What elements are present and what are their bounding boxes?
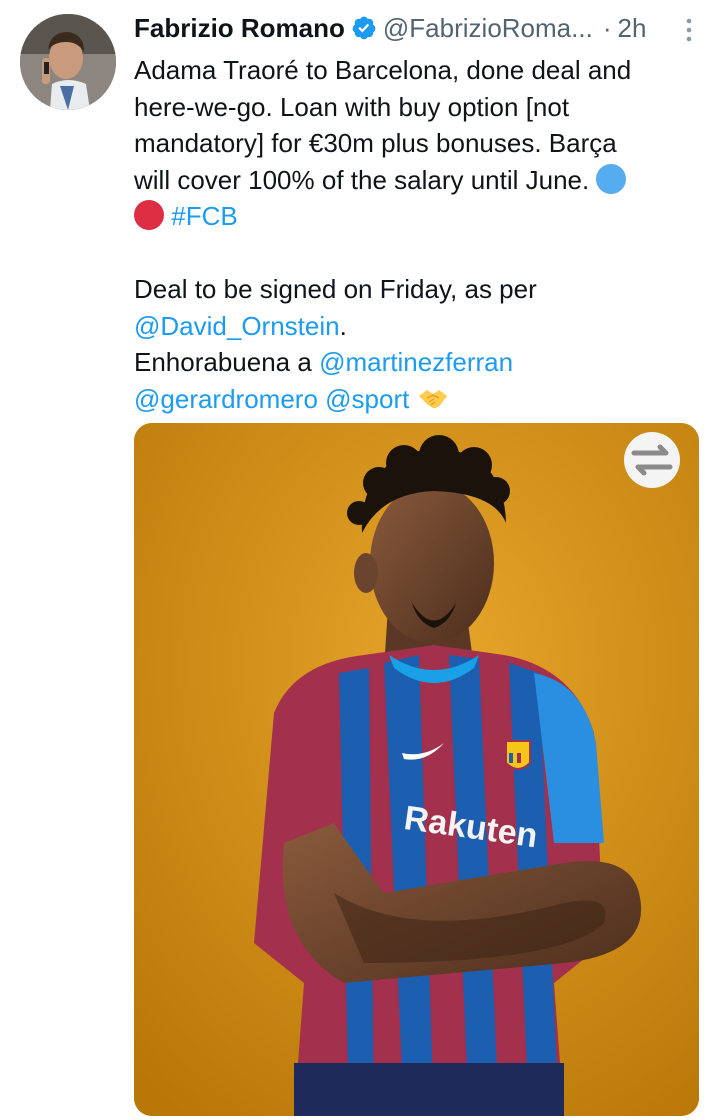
- author-name[interactable]: Fabrizio Romano: [134, 13, 345, 44]
- tweet-timestamp[interactable]: 2h: [617, 13, 646, 44]
- more-vertical-icon[interactable]: [686, 18, 692, 42]
- handshake-emoji: [417, 385, 449, 422]
- tweet-text-line: #FCB: [134, 198, 700, 235]
- tweet-text-line: will cover 100% of the salary until June…: [134, 162, 700, 199]
- tweet-text-line: @gerardromero @sport: [134, 381, 700, 422]
- author-handle[interactable]: @FabrizioRoma...: [383, 13, 593, 44]
- mention-link[interactable]: @sport: [325, 384, 409, 414]
- tweet-text-line: Enhorabuena a @martinezferran: [134, 344, 700, 381]
- hashtag-link[interactable]: #FCB: [171, 201, 237, 231]
- separator-dot: ·: [602, 12, 612, 43]
- tweet-text-line: Adama Traoré to Barcelona, done deal and: [134, 55, 632, 85]
- tweet-text-line: here-we-go. Loan with buy option [not: [134, 91, 570, 122]
- player-photo: Rakuten: [134, 423, 699, 1116]
- tweet-content: Fabrizio Romano @FabrizioRoma... · 2h Ad…: [134, 6, 700, 421]
- tweet-media-image[interactable]: Rakuten: [134, 423, 699, 1116]
- tweet-text-segment: .: [339, 310, 347, 341]
- tweet: Fabrizio Romano @FabrizioRoma... · 2h Ad…: [0, 0, 720, 1120]
- tweet-text-line: Deal to be signed on Friday, as per: [134, 274, 537, 304]
- tweet-text: Adama Traoré to Barcelona, done deal and…: [134, 52, 700, 421]
- transfer-arrows-icon: [624, 432, 680, 488]
- tweet-text-line: mandatory] for €30m plus bonuses. Barça: [134, 128, 617, 158]
- avatar-photo: [20, 14, 116, 110]
- tweet-text-segment: Enhorabuena a: [134, 347, 312, 377]
- red-circle-emoji: [134, 200, 164, 230]
- mention-link[interactable]: @David_Ornstein: [134, 311, 340, 341]
- tweet-text-line: @David_Ornstein.: [134, 308, 700, 345]
- verified-badge-icon: [351, 15, 377, 41]
- blue-circle-emoji: [596, 163, 627, 194]
- avatar[interactable]: [20, 14, 116, 110]
- tweet-header: Fabrizio Romano @FabrizioRoma... · 2h: [134, 6, 700, 50]
- mention-link[interactable]: @gerardromero: [134, 384, 318, 414]
- mention-link[interactable]: @martinezferran: [319, 347, 513, 377]
- tweet-text-segment: will cover 100% of the salary until June…: [134, 164, 590, 195]
